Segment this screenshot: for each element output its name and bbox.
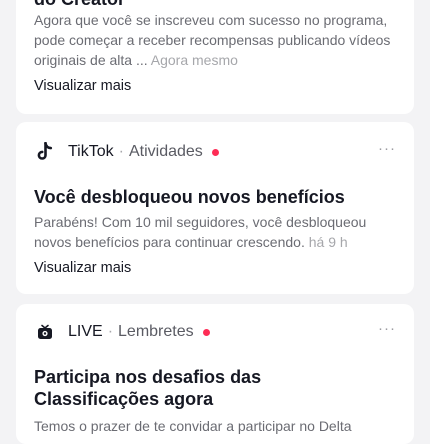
notification-card[interactable]: do Creator Agora que você se inscreveu c… xyxy=(16,0,414,114)
unread-indicator xyxy=(211,148,219,156)
notification-body: Temos o prazer de te convidar a particip… xyxy=(34,416,400,436)
notification-body: Agora que você se inscreveu com sucesso … xyxy=(34,10,400,70)
source-name: LIVE xyxy=(68,323,103,340)
notification-text: Temos o prazer de te convidar a particip… xyxy=(34,418,352,434)
more-options-button[interactable]: ··· xyxy=(378,141,396,157)
separator: · xyxy=(118,143,124,160)
notification-time: há 9 h xyxy=(308,234,348,250)
notification-body: Parabéns! Com 10 mil seguidores, você de… xyxy=(34,212,400,252)
tiktok-logo-icon xyxy=(34,141,56,163)
more-options-button[interactable]: ··· xyxy=(378,321,396,337)
category-label: Atividades xyxy=(128,143,203,160)
category-label: Lembretes xyxy=(118,323,194,340)
notification-time: Agora mesmo xyxy=(150,52,238,68)
card-header: LIVE · Lembretes ··· xyxy=(34,318,396,346)
notification-card[interactable]: TikTok · Atividades ··· Você desbloqueou… xyxy=(16,122,414,294)
source-name: TikTok xyxy=(68,143,114,160)
view-more-link[interactable]: Visualizar mais xyxy=(34,78,131,94)
notification-title: Você desbloqueou novos benefícios xyxy=(34,187,345,207)
card-header: TikTok · Atividades ··· xyxy=(34,138,396,166)
notification-title: Participa nos desafios das Classificaçõe… xyxy=(34,367,262,409)
unread-indicator xyxy=(202,328,210,336)
live-icon xyxy=(34,321,56,343)
separator: · xyxy=(107,323,114,340)
notification-card[interactable]: LIVE · Lembretes ··· Participa nos desaf… xyxy=(16,304,414,444)
notification-title: do Creator xyxy=(34,0,396,10)
view-more-link[interactable]: Visualizar mais xyxy=(34,260,131,276)
